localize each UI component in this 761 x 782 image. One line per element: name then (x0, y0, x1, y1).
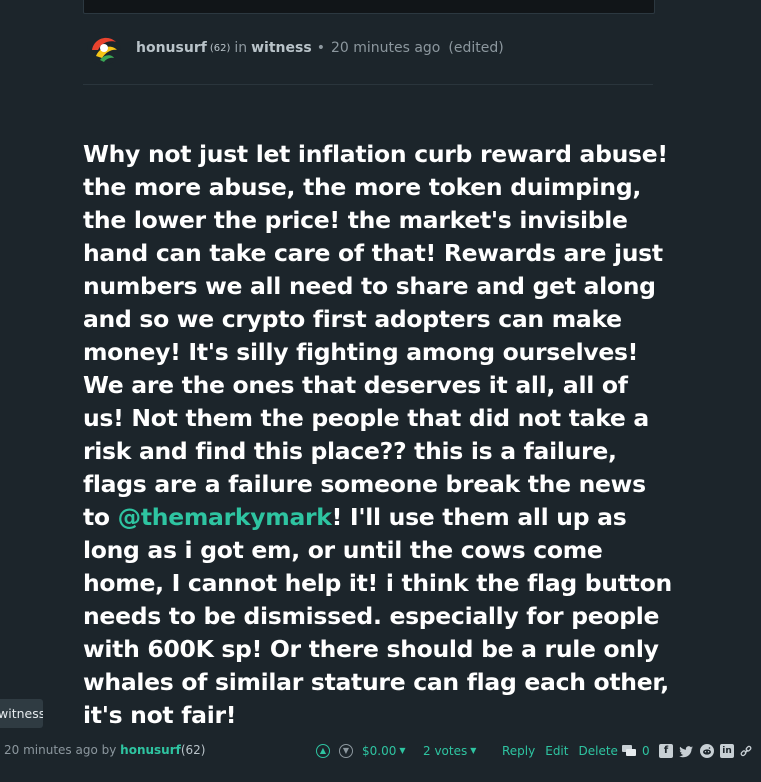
tooltip: witness (0, 699, 43, 728)
comments-icon (622, 745, 636, 756)
votes-dropdown[interactable]: 2 votes ▼ (423, 744, 476, 758)
footer-author-link[interactable]: honusurf (120, 743, 181, 757)
share-links: f in (659, 744, 752, 758)
community-link[interactable]: witness (251, 40, 312, 56)
facebook-icon[interactable]: f (659, 744, 673, 758)
comments-count[interactable]: 0 (622, 744, 650, 758)
embedded-media-box (83, 0, 655, 14)
author-name[interactable]: honusurf (136, 40, 207, 56)
edited-label: (edited) (448, 40, 504, 56)
post-timestamp[interactable]: 20 minutes ago (331, 40, 440, 56)
link-icon[interactable] (740, 744, 752, 758)
post-text-part-2: ! I'll use them all up as long as i got … (83, 503, 672, 729)
post-text-part-1: Why not just let inflation curb reward a… (83, 140, 668, 531)
post-actions: Reply Edit Delete (502, 744, 618, 758)
payout-dropdown[interactable]: $0.00 ▼ (362, 744, 406, 758)
downvote-button[interactable]: ▼ (339, 744, 353, 758)
twitter-icon[interactable] (679, 744, 694, 758)
reply-link[interactable]: Reply (502, 744, 535, 758)
reddit-icon[interactable] (700, 744, 714, 758)
footer-meta: 20 minutes ago by honusurf(62) (4, 743, 206, 757)
author-reputation: (62) (209, 42, 231, 54)
footer-time-by: 20 minutes ago by (4, 743, 117, 757)
chevron-up-icon: ▲ (319, 746, 327, 755)
delete-link[interactable]: Delete (578, 744, 617, 758)
caret-down-icon: ▼ (470, 746, 477, 755)
upvote-button[interactable]: ▲ (316, 744, 330, 758)
chevron-down-icon: ▼ (342, 746, 350, 755)
linkedin-icon[interactable]: in (720, 744, 734, 758)
divider (83, 84, 653, 85)
post-author-row: honusurf (62) in witness • 20 minutes ag… (86, 30, 504, 66)
edit-link[interactable]: Edit (545, 744, 568, 758)
separator-dot: • (316, 40, 325, 56)
votes-count: 2 votes (423, 744, 468, 758)
payout-value: $0.00 (362, 744, 397, 758)
caret-down-icon: ▼ (399, 746, 406, 755)
in-label: in (234, 40, 248, 56)
mention-link[interactable]: @themarkymark (118, 503, 332, 531)
avatar[interactable] (86, 30, 122, 66)
footer-author-rep: (62) (180, 743, 206, 757)
post-body: Why not just let inflation curb reward a… (83, 138, 673, 732)
comments-count-value: 0 (642, 744, 650, 758)
